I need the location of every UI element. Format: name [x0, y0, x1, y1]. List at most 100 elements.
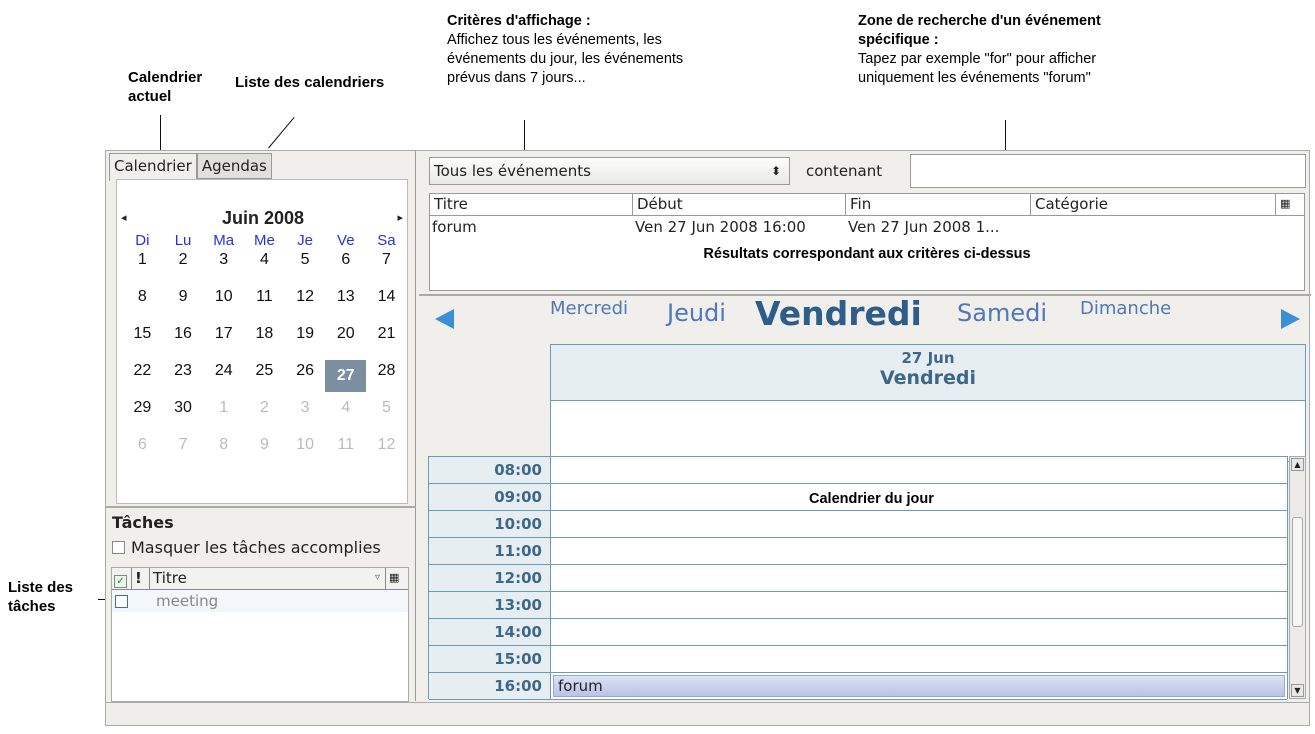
day-cell[interactable]: 2	[163, 249, 204, 286]
day-number: 6	[341, 251, 351, 268]
task-checkbox[interactable]	[115, 594, 128, 608]
event-search-input[interactable]	[910, 154, 1306, 188]
column-picker-icon[interactable]: ▦	[1276, 194, 1304, 215]
day-cell[interactable]: 3	[285, 397, 326, 434]
tab-calendrier[interactable]: Calendrier	[109, 153, 197, 181]
day-number: 2	[178, 251, 188, 268]
day-cell[interactable]: 3	[203, 249, 244, 286]
day-cell[interactable]: 16	[163, 323, 204, 360]
hour-slot[interactable]	[551, 565, 1287, 591]
hour-slot[interactable]: forum	[551, 673, 1287, 699]
hour-label: 15:00	[429, 646, 551, 672]
day-number: 18	[255, 325, 274, 342]
day-cell[interactable]: 7	[163, 434, 204, 471]
day-cell[interactable]: 19	[285, 323, 326, 360]
day-cell[interactable]: 1	[122, 249, 163, 286]
nav-day-mercredi[interactable]: Mercredi	[550, 298, 628, 319]
day-cell[interactable]: 8	[122, 286, 163, 323]
tab-agendas[interactable]: Agendas	[196, 153, 272, 179]
column-end[interactable]: Fin	[846, 194, 1031, 215]
annotation-calendar-list: Liste des calendriers	[235, 74, 385, 91]
day-cell[interactable]: 11	[244, 286, 285, 323]
day-cell[interactable]: 6	[325, 249, 366, 286]
day-cell[interactable]: 11	[325, 434, 366, 471]
day-cell[interactable]: 9	[244, 434, 285, 471]
prev-day-icon[interactable]	[435, 309, 454, 329]
day-cell[interactable]: 25	[244, 360, 285, 397]
column-title[interactable]: Titre	[430, 194, 633, 215]
nav-day-dimanche[interactable]: Dimanche	[1080, 298, 1171, 319]
column-category[interactable]: Catégorie	[1031, 194, 1276, 215]
timeline-scrollbar[interactable]: ▲ ▼	[1289, 456, 1306, 699]
day-cell[interactable]: 27	[325, 360, 367, 392]
day-cell[interactable]: 4	[325, 397, 366, 434]
day-cell[interactable]: 21	[366, 323, 407, 360]
day-number: 7	[178, 436, 188, 453]
day-cell[interactable]: 9	[163, 286, 204, 323]
day-cell[interactable]: 8	[203, 434, 244, 471]
scroll-thumb[interactable]	[1292, 517, 1303, 627]
next-month-icon[interactable]: ▸	[397, 211, 403, 224]
hour-slot[interactable]	[551, 619, 1287, 645]
day-header-label: 27 Jun Vendredi	[551, 345, 1305, 401]
day-event[interactable]: forum	[553, 675, 1285, 697]
day-cell[interactable]: 24	[203, 360, 244, 397]
event-end: Ven 27 Jun 2008 1...	[848, 218, 1000, 236]
day-cell[interactable]: 22	[122, 360, 163, 397]
hour-row: 11:00	[429, 538, 1287, 565]
day-cell[interactable]: 2	[244, 397, 285, 434]
day-cell[interactable]: 1	[203, 397, 244, 434]
hour-slot[interactable]	[551, 457, 1287, 483]
day-number: 1	[137, 251, 147, 268]
day-number: 21	[377, 325, 396, 342]
day-cell[interactable]: 26	[285, 360, 326, 397]
scroll-up-icon[interactable]: ▲	[1291, 458, 1304, 471]
month-label: Juin 2008	[221, 208, 305, 228]
scroll-down-icon[interactable]: ▼	[1291, 684, 1304, 697]
day-cell[interactable]: 6	[122, 434, 163, 471]
event-filter-select[interactable]: Tous les événements ⬍	[429, 157, 790, 185]
nav-day-samedi[interactable]: Samedi	[957, 299, 1047, 327]
nav-day-vendredi[interactable]: Vendredi	[755, 294, 922, 333]
completed-column-icon[interactable]: ✓	[112, 568, 132, 589]
column-start[interactable]: Début	[633, 194, 846, 215]
week-row: 29 30 1 2 3 4 5	[122, 397, 407, 434]
next-day-icon[interactable]	[1281, 309, 1300, 329]
weekday-label: Ma	[213, 232, 235, 249]
day-cell[interactable]: 5	[366, 397, 407, 434]
day-cell[interactable]: 4	[244, 249, 285, 286]
week-row: 1 2 3 4 5 6 7	[122, 249, 407, 286]
day-cell[interactable]: 23	[163, 360, 204, 397]
day-cell[interactable]: 14	[366, 286, 407, 323]
title-column[interactable]: Titre ▿	[150, 568, 386, 589]
day-cell[interactable]: 15	[122, 323, 163, 360]
hour-slot[interactable]	[551, 538, 1287, 564]
nav-day-jeudi[interactable]: Jeudi	[667, 299, 726, 327]
week-row: 15 16 17 18 19 20 21	[122, 323, 407, 360]
day-cell[interactable]: 10	[285, 434, 326, 471]
day-cell[interactable]: 12	[285, 286, 326, 323]
day-cell[interactable]: 17	[203, 323, 244, 360]
priority-column[interactable]: !	[132, 568, 150, 589]
hour-slot[interactable]	[551, 511, 1287, 537]
column-picker-icon[interactable]: ▦	[386, 568, 408, 589]
day-cell[interactable]: 5	[285, 249, 326, 286]
day-cell[interactable]: 7	[366, 249, 407, 286]
task-item[interactable]: meeting	[112, 590, 408, 612]
hide-completed-toggle[interactable]: Masquer les tâches accomplies	[112, 538, 381, 557]
day-cell[interactable]: 20	[325, 323, 366, 360]
day-cell[interactable]: 30	[163, 397, 204, 434]
hour-slot[interactable]	[551, 646, 1287, 672]
weekday-label: Ve	[337, 232, 355, 249]
day-cell[interactable]: 28	[366, 360, 407, 397]
hide-completed-checkbox[interactable]	[112, 541, 125, 554]
day-cell[interactable]: 13	[325, 286, 366, 323]
day-cell[interactable]: 12	[366, 434, 407, 471]
day-cell[interactable]: 18	[244, 323, 285, 360]
day-cell[interactable]: 29	[122, 397, 163, 434]
day-cell[interactable]: 10	[203, 286, 244, 323]
annotation-display-criteria: Critères d'affichage : Affichez tous les…	[447, 13, 684, 86]
spinner-icon: ⬍	[770, 164, 781, 178]
event-row[interactable]: forum Ven 27 Jun 2008 16:00 Ven 27 Jun 2…	[430, 216, 1304, 238]
hour-slot[interactable]	[551, 592, 1287, 618]
